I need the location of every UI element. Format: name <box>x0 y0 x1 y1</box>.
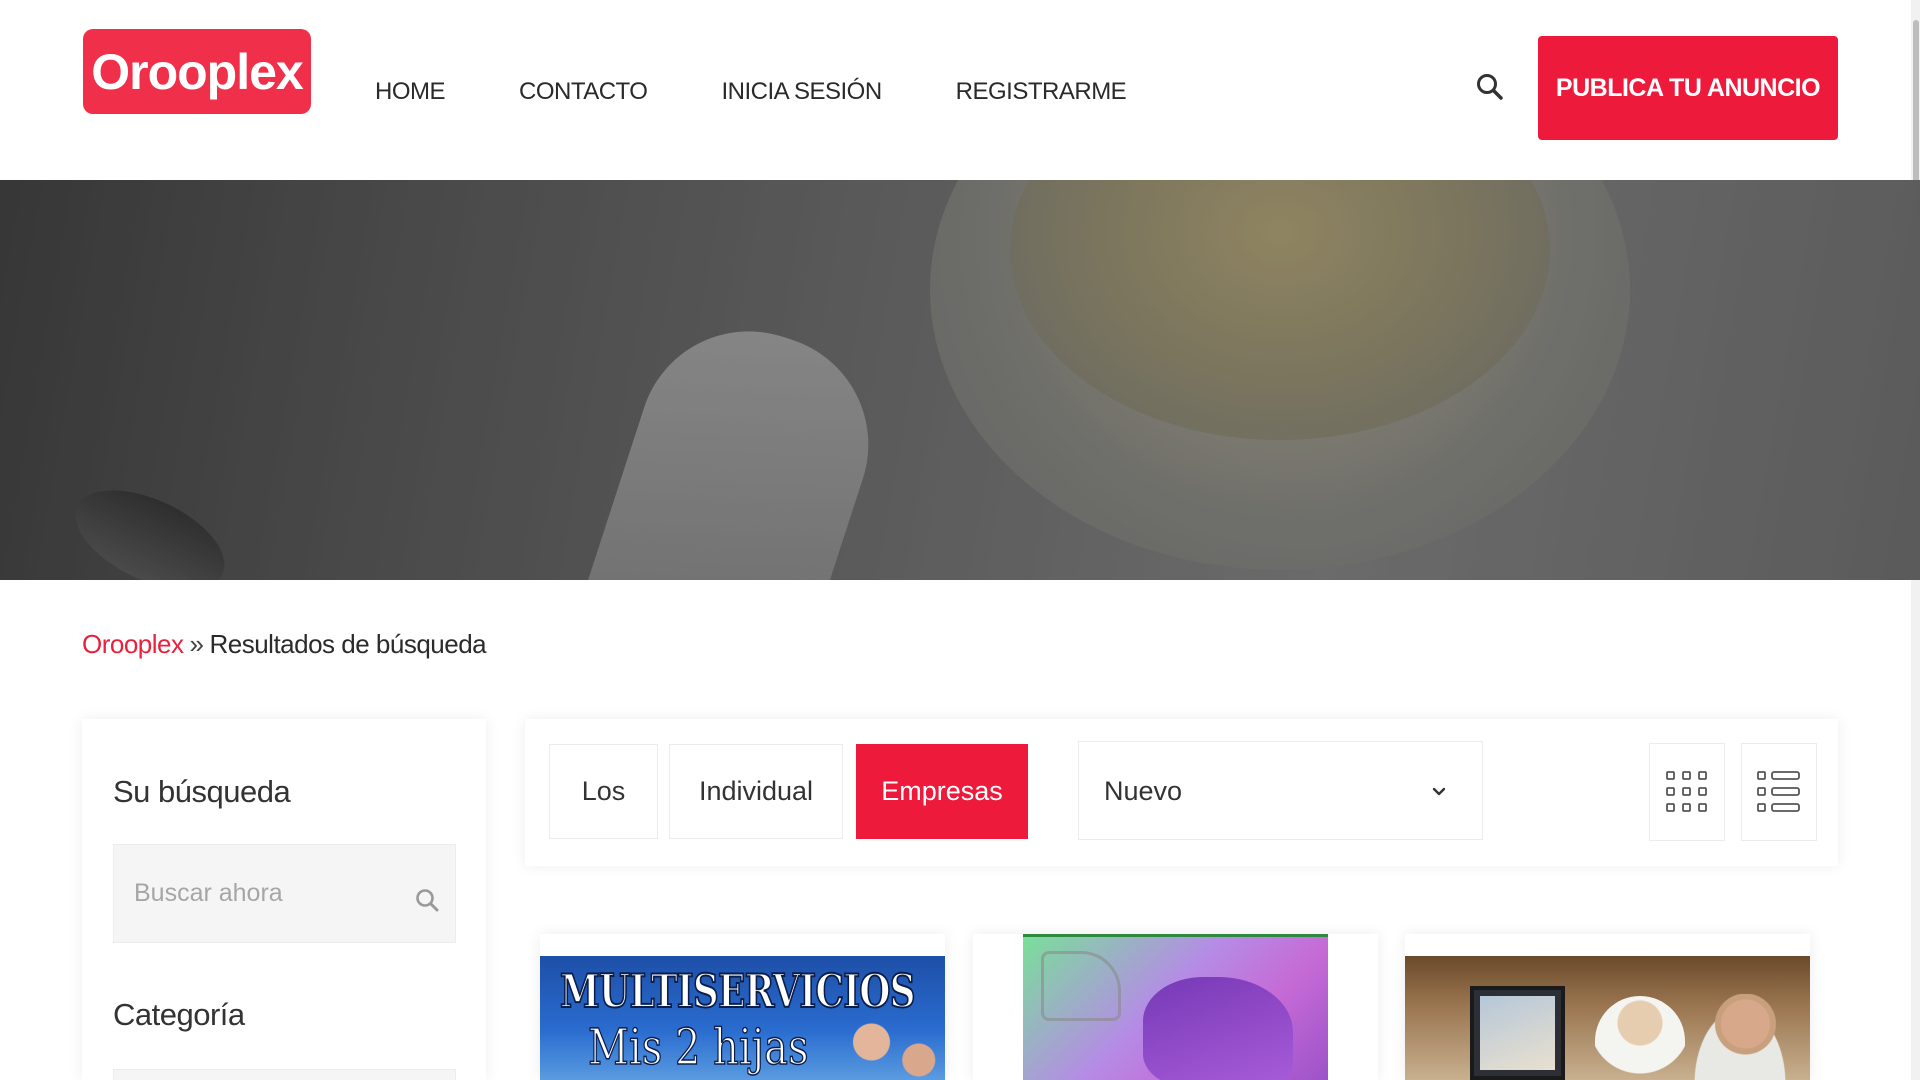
listing-image-people <box>840 1006 945 1080</box>
sidebar-search-input[interactable] <box>134 875 394 911</box>
listing-image-multiservicios[interactable]: MULTISERVICIOS Mis 2 hijas <box>540 956 945 1080</box>
grid-view-button[interactable] <box>1649 743 1725 841</box>
results-filter-bar: Los Individual Empresas Nuevo <box>525 719 1838 866</box>
sort-select[interactable]: Nuevo <box>1078 741 1483 840</box>
search-title: Su búsqueda <box>113 774 291 809</box>
nav-contacto[interactable]: CONTACTO <box>519 78 648 106</box>
listing-image-restaurant[interactable] <box>1405 956 1810 1080</box>
main-nav: HOME CONTACTO INICIA SESIÓN REGISTRARME <box>375 78 1127 106</box>
hero-overlay <box>0 180 1920 580</box>
tab-empresas[interactable]: Empresas <box>856 744 1028 839</box>
tv-screen <box>1470 986 1565 1080</box>
sidebar-search-box <box>113 844 456 943</box>
breadcrumb-separator: » <box>189 629 204 659</box>
listing-card[interactable] <box>973 934 1378 1080</box>
listing-image-sneaker[interactable] <box>1023 934 1328 1080</box>
list-view-icon <box>1757 771 1800 812</box>
person-figure <box>1685 994 1795 1080</box>
publish-ad-button[interactable]: PUBLICA TU ANUNCIO <box>1538 36 1838 140</box>
site-logo[interactable]: Orooplex <box>83 29 311 114</box>
nav-home[interactable]: HOME <box>375 78 446 106</box>
list-view-button[interactable] <box>1741 743 1817 841</box>
search-icon[interactable] <box>414 887 440 913</box>
sneaker-shape <box>1143 977 1293 1080</box>
hero-banner <box>0 180 1920 580</box>
listing-image-subtitle: Mis 2 hijas <box>587 1017 809 1077</box>
nav-login[interactable]: INICIA SESIÓN <box>721 78 882 106</box>
search-sidebar: Su búsqueda Categoría <box>82 719 486 1080</box>
breadcrumb: Orooplex» Resultados de búsqueda <box>82 629 487 660</box>
breadcrumb-current: Resultados de búsqueda <box>209 629 487 659</box>
tab-individual[interactable]: Individual <box>669 744 843 839</box>
search-icon[interactable] <box>1475 72 1505 102</box>
listing-card[interactable] <box>1405 934 1810 1080</box>
sort-selected-value: Nuevo <box>1104 776 1183 806</box>
category-select[interactable] <box>113 1069 456 1080</box>
tab-all[interactable]: Los <box>549 744 658 839</box>
site-header: Orooplex HOME CONTACTO INICIA SESIÓN REG… <box>0 0 1920 180</box>
nav-register[interactable]: REGISTRARME <box>956 78 1127 106</box>
sneaker-logo-icon <box>1041 951 1121 1021</box>
breadcrumb-home-link[interactable]: Orooplex <box>82 629 184 659</box>
category-title: Categoría <box>113 997 245 1032</box>
chevron-down-icon <box>1432 787 1446 796</box>
listing-card[interactable]: MULTISERVICIOS Mis 2 hijas <box>540 934 945 1080</box>
tv-display <box>1480 996 1555 1070</box>
person-figure <box>1595 996 1685 1080</box>
grid-view-icon <box>1666 771 1707 812</box>
